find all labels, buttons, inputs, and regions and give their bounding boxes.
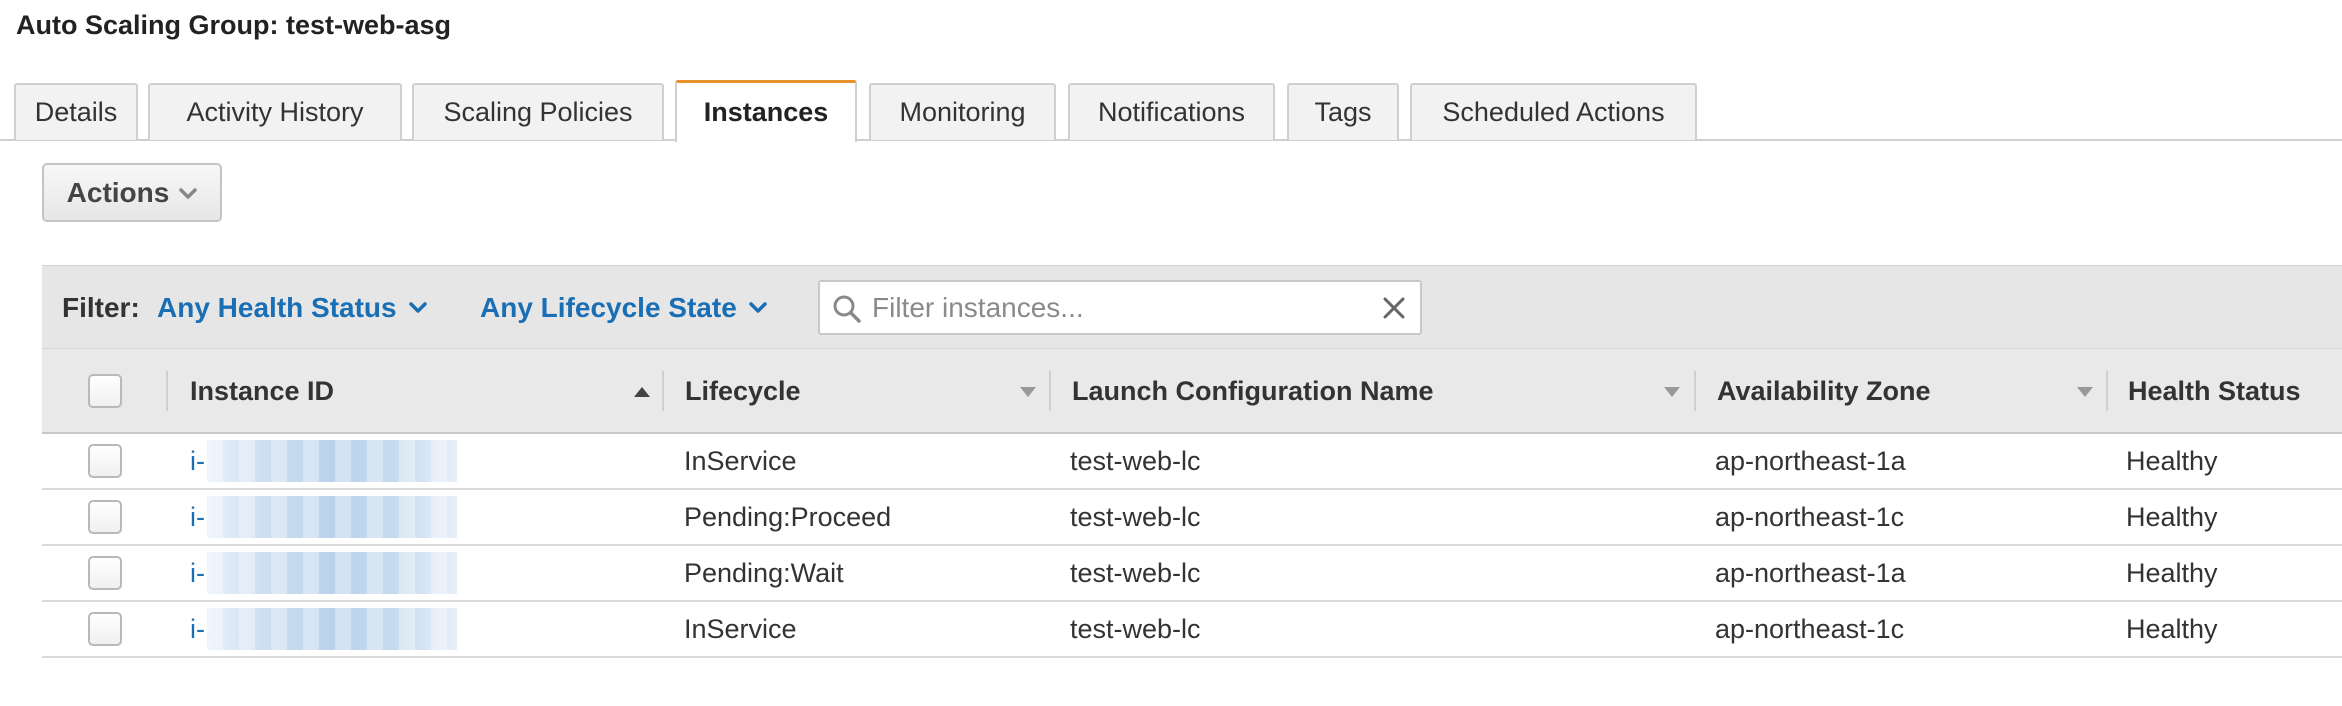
redacted-instance-id: [207, 440, 457, 482]
tab-instances[interactable]: Instances: [675, 80, 857, 142]
redacted-instance-id: [207, 608, 457, 650]
lifecycle-cell: InService: [684, 445, 797, 476]
table-row[interactable]: i- InService test-web-lc ap-northeast-1c…: [42, 602, 2342, 658]
tab-tags[interactable]: Tags: [1287, 83, 1399, 140]
instances-table-body: i- InService test-web-lc ap-northeast-1a…: [42, 434, 2342, 658]
column-separator: [2106, 371, 2108, 411]
health-status-cell: Healthy: [2126, 445, 2218, 476]
instance-id-link[interactable]: i-: [190, 434, 205, 488]
table-row[interactable]: i- Pending:Wait test-web-lc ap-northeast…: [42, 546, 2342, 602]
availability-zone-cell: ap-northeast-1c: [1715, 501, 1905, 532]
actions-button[interactable]: Actions: [42, 163, 222, 222]
chevron-down-icon: [408, 302, 427, 313]
column-header-instance-id[interactable]: Instance ID: [190, 349, 334, 433]
sort-desc-icon[interactable]: [1664, 387, 1680, 397]
tab-label: Tags: [1314, 97, 1372, 127]
table-row[interactable]: i- Pending:Proceed test-web-lc ap-northe…: [42, 490, 2342, 546]
sort-desc-icon[interactable]: [2077, 387, 2093, 397]
launch-config-cell: test-web-lc: [1070, 557, 1201, 588]
health-status-cell: Healthy: [2126, 557, 2218, 588]
clear-icon[interactable]: [1382, 296, 1406, 320]
tab-notifications[interactable]: Notifications: [1068, 83, 1275, 140]
tab-monitoring[interactable]: Monitoring: [869, 83, 1056, 140]
column-separator: [1694, 371, 1696, 411]
column-header-label: Health Status: [2128, 375, 2301, 406]
column-header-label: Availability Zone: [1717, 375, 1931, 406]
table-row[interactable]: i- InService test-web-lc ap-northeast-1a…: [42, 434, 2342, 490]
tab-scaling-policies[interactable]: Scaling Policies: [412, 83, 664, 140]
tab-activity-history[interactable]: Activity History: [148, 83, 402, 140]
health-status-cell: Healthy: [2126, 613, 2218, 644]
column-header-lifecycle[interactable]: Lifecycle: [685, 349, 801, 433]
search-icon: [833, 295, 861, 323]
launch-config-cell: test-web-lc: [1070, 613, 1201, 644]
column-header-availability-zone[interactable]: Availability Zone: [1717, 349, 1931, 433]
table-header: Instance ID Lifecycle Launch Configurati…: [42, 348, 2342, 434]
chevron-down-icon: [749, 302, 767, 313]
actions-label: Actions: [66, 176, 170, 208]
tab-label: Instances: [703, 97, 829, 127]
tab-label: Notifications: [1097, 97, 1246, 127]
launch-config-cell: test-web-lc: [1070, 445, 1201, 476]
tab-scheduled-actions[interactable]: Scheduled Actions: [1410, 83, 1697, 140]
column-header-label: Lifecycle: [685, 375, 801, 406]
column-header-launch-configuration-name[interactable]: Launch Configuration Name: [1072, 349, 1434, 433]
tab-label: Monitoring: [899, 97, 1026, 127]
tab-label: Scaling Policies: [443, 97, 633, 127]
column-separator: [166, 371, 168, 411]
lifecycle-state-dropdown[interactable]: Any Lifecycle State: [480, 292, 767, 324]
lifecycle-cell: Pending:Wait: [684, 557, 844, 588]
tab-label: Activity History: [186, 97, 364, 127]
row-checkbox[interactable]: [88, 612, 122, 646]
column-separator: [662, 371, 664, 411]
row-checkbox[interactable]: [88, 444, 122, 478]
column-separator: [1049, 371, 1051, 411]
column-header-health-status[interactable]: Health Status: [2128, 349, 2301, 433]
lifecycle-state-value: Any Lifecycle State: [480, 292, 737, 323]
sort-desc-icon[interactable]: [1020, 387, 1036, 397]
column-header-label: Launch Configuration Name: [1072, 375, 1434, 406]
instance-id-link[interactable]: i-: [190, 490, 205, 544]
tab-label: Scheduled Actions: [1442, 97, 1665, 127]
page-title: Auto Scaling Group: test-web-asg: [16, 10, 452, 40]
instance-id-link[interactable]: i-: [190, 602, 205, 656]
select-all-checkbox[interactable]: [88, 374, 122, 408]
health-status-value: Any Health Status: [157, 292, 397, 323]
row-checkbox[interactable]: [88, 556, 122, 590]
health-status-dropdown[interactable]: Any Health Status: [157, 292, 427, 324]
availability-zone-cell: ap-northeast-1a: [1715, 445, 1906, 476]
availability-zone-cell: ap-northeast-1a: [1715, 557, 1906, 588]
filter-label: Filter:: [62, 292, 140, 323]
redacted-instance-id: [207, 496, 457, 538]
tab-label: Details: [34, 97, 118, 127]
row-checkbox[interactable]: [88, 500, 122, 534]
lifecycle-cell: Pending:Proceed: [684, 501, 892, 532]
search-input[interactable]: [872, 290, 1352, 326]
instance-id-link[interactable]: i-: [190, 546, 205, 600]
column-header-label: Instance ID: [190, 375, 335, 406]
filter-bar: Filter: Any Health Status Any Lifecycle …: [42, 265, 2342, 348]
health-status-cell: Healthy: [2126, 501, 2218, 532]
tab-bar: Details Activity History Scaling Policie…: [0, 80, 2342, 142]
search-box: [818, 280, 1422, 335]
redacted-instance-id: [207, 552, 457, 594]
availability-zone-cell: ap-northeast-1c: [1715, 613, 1905, 644]
lifecycle-cell: InService: [684, 613, 797, 644]
chevron-down-icon: [179, 187, 198, 199]
tab-details[interactable]: Details: [14, 83, 138, 140]
sort-asc-icon[interactable]: [634, 387, 650, 397]
launch-config-cell: test-web-lc: [1070, 501, 1201, 532]
